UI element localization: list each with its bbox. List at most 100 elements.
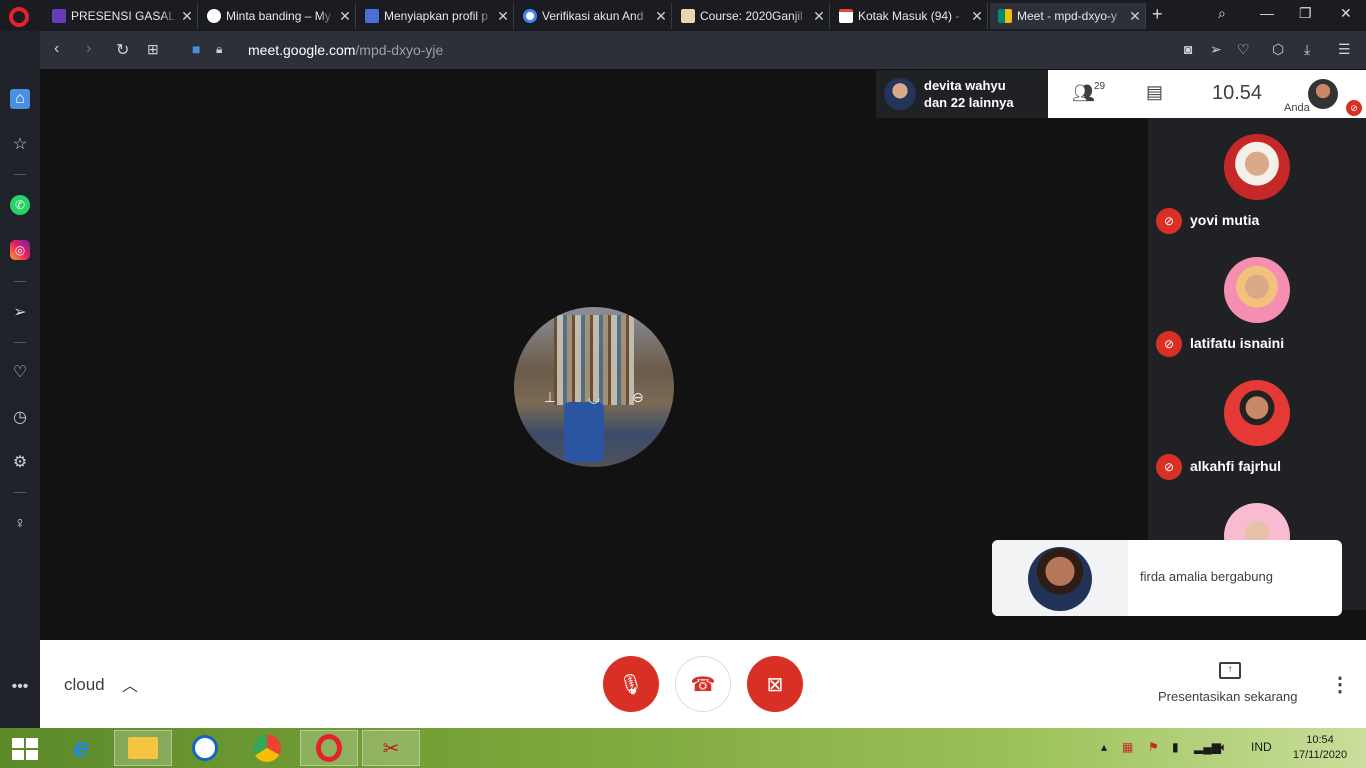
reload-icon[interactable]: ↻ [116, 40, 129, 60]
chat-icon[interactable]: ▤ [1146, 82, 1163, 103]
volume-icon[interactable]: 🔈︎ [1220, 740, 1227, 755]
self-avatar[interactable] [1308, 79, 1338, 109]
lightbulb-icon[interactable]: ♀ [10, 514, 30, 534]
snipping-tool-icon[interactable]: ✂ [362, 730, 420, 766]
mic-off-icon: ⊘ [1156, 454, 1182, 480]
snapshot-icon[interactable]: ◙ [1184, 41, 1192, 57]
battery-icon[interactable]: ▮ [1172, 740, 1179, 754]
whatsapp-icon[interactable]: ✆ [10, 195, 30, 215]
signal-icon[interactable]: ▂▄▆ [1194, 740, 1221, 754]
back-icon[interactable]: ‹ [54, 40, 59, 58]
chevron-up-icon[interactable]: ︿ [122, 672, 138, 696]
tab-grid-icon[interactable]: ⊞ [147, 41, 159, 58]
avatar [1028, 547, 1092, 611]
tab-verifikasi-akun[interactable]: Verifikasi akun And ✕ [515, 3, 672, 29]
close-icon[interactable]: ✕ [493, 8, 513, 25]
settings-icon[interactable]: ⚙ [10, 452, 30, 472]
lock-icon[interactable]: 🔒︎ [216, 42, 222, 57]
forward-icon[interactable]: › [86, 40, 91, 58]
chevron-up-icon[interactable]: ▴ [1101, 740, 1107, 754]
home-icon[interactable]: ⌂ [10, 89, 30, 109]
tab-menyiapkan-profil[interactable]: Menyiapkan profil p ✕ [357, 3, 514, 29]
leave-call-button[interactable]: ☎︎ [675, 656, 731, 712]
meet-info-bar: 👥︎ 29 ▤ 10.54 Anda ⊘ [1048, 70, 1366, 118]
close-icon[interactable]: ✕ [177, 8, 197, 25]
chrome-icon[interactable] [238, 730, 296, 766]
ie-icon[interactable]: e [52, 730, 110, 766]
mic-off-icon: ⊘ [1156, 208, 1182, 234]
sidebar-divider [14, 281, 26, 282]
windows-taskbar: e ✂ ▴ ▦ ⚑ ▮ ▂▄▆ 🔈︎ IND 10:54 17/11/2020 [0, 728, 1366, 768]
tab-title: Kotak Masuk (94) - [858, 9, 960, 23]
close-icon[interactable]: ✕ [809, 8, 829, 25]
menu-icon[interactable]: ☰ [1338, 41, 1351, 58]
close-icon[interactable]: ✕ [1125, 8, 1145, 25]
avatar[interactable] [1224, 134, 1290, 200]
pin-icon[interactable]: ⊥ [538, 389, 562, 413]
clock[interactable]: 10:54 17/11/2020 [1290, 733, 1350, 763]
tab-minta-banding[interactable]: Minta banding – My ✕ [199, 3, 356, 29]
new-tab-button[interactable]: + [1152, 4, 1163, 25]
tab-title: Meet - mpd-dxyo-y [1017, 9, 1118, 23]
cube-icon[interactable]: ⬡ [1272, 41, 1284, 58]
opera-logo-icon[interactable] [9, 7, 29, 27]
tab-title: Verifikasi akun And [542, 9, 644, 23]
mute-icon[interactable]: ◡ [582, 389, 606, 413]
opera-sidebar: ⌂ ☆ ✆ ◎ ➢ ♡ ◷ ⚙ ♀ ••• [0, 31, 40, 728]
send-icon[interactable]: ➢ [1210, 41, 1222, 58]
mic-toggle-button[interactable]: 🎙︎ [603, 656, 659, 712]
instagram-icon[interactable]: ◎ [10, 240, 30, 260]
avatar[interactable] [1224, 380, 1290, 446]
joined-summary-text: devita wahyu dan 22 lainnya [924, 78, 1014, 110]
avatar [884, 78, 916, 110]
tab-title: PRESENSI GASAL 20 [71, 9, 177, 23]
tab-gmail[interactable]: Kotak Masuk (94) - ✕ [831, 3, 988, 29]
more-options-icon[interactable]: ⋮ [1330, 672, 1350, 697]
star-icon[interactable]: ☆ [10, 134, 30, 154]
sidebar-divider [14, 492, 26, 493]
close-window-icon[interactable]: ✕ [1340, 5, 1352, 22]
self-label: Anda [1284, 102, 1310, 114]
meet-icon [998, 9, 1012, 23]
tray-app-icon[interactable]: ▦ [1122, 740, 1133, 754]
search-tabs-icon[interactable]: ⌕ [1218, 5, 1226, 22]
tray-flag-icon[interactable]: ⚑ [1148, 740, 1159, 754]
tab-presensi[interactable]: PRESENSI GASAL 20 ✕ [44, 3, 198, 29]
main-speaker-avatar[interactable]: ⊥ ◡ ⊖ [514, 307, 674, 467]
history-icon[interactable]: ◷ [10, 407, 30, 427]
camera-toggle-button[interactable]: ⊠ [747, 656, 803, 712]
avatar[interactable] [1224, 257, 1290, 323]
present-now-button[interactable]: Presentasikan sekarang [1158, 689, 1297, 704]
opera-icon[interactable] [300, 730, 358, 766]
restore-icon[interactable]: ❐ [1299, 5, 1312, 22]
close-icon[interactable]: ✕ [335, 8, 355, 25]
present-icon[interactable]: ↑ [1219, 662, 1241, 679]
more-icon[interactable]: ••• [10, 677, 30, 697]
heart-icon[interactable]: ♡ [10, 362, 30, 382]
close-icon[interactable]: ✕ [651, 8, 671, 25]
url-field[interactable]: meet.google.com/mpd-dxyo-yje [248, 42, 443, 58]
meeting-time: 10.54 [1212, 82, 1263, 104]
app-icon[interactable] [176, 730, 234, 766]
heart-icon[interactable]: ♡ [1237, 41, 1250, 58]
notification-text: firda amalia bergabung [1140, 569, 1273, 584]
participants-column: ⊘ yovi mutia ⊘ latifatu isnaini ⊘ alkahf… [1148, 118, 1366, 610]
download-icon[interactable]: ⤓ [1304, 41, 1310, 58]
remove-icon[interactable]: ⊖ [626, 389, 650, 413]
close-icon[interactable]: ✕ [967, 8, 987, 25]
windows-start-icon[interactable] [12, 738, 38, 760]
people-icon[interactable]: 👥︎ [1072, 83, 1095, 104]
camera-indicator-icon[interactable]: ■ [192, 41, 200, 57]
send-icon[interactable]: ➢ [10, 302, 30, 322]
language-indicator[interactable]: IND [1251, 740, 1272, 754]
tab-course[interactable]: Course: 2020Ganjil ✕ [673, 3, 830, 29]
meeting-name[interactable]: cloud [64, 675, 105, 695]
sidebar-divider [14, 342, 26, 343]
tab-meet[interactable]: Meet - mpd-dxyo-y ✕ [990, 3, 1146, 29]
minimize-icon[interactable]: — [1260, 5, 1274, 21]
address-bar: ‹ › ↻ ⊞ ■ 🔒︎ meet.google.com/mpd-dxyo-yj… [40, 31, 1366, 69]
file-explorer-icon[interactable] [114, 730, 172, 766]
participant-name: alkahfi fajrhul [1190, 458, 1282, 474]
participant-count: 29 [1094, 81, 1106, 92]
joined-summary[interactable]: devita wahyu dan 22 lainnya [876, 70, 1048, 118]
